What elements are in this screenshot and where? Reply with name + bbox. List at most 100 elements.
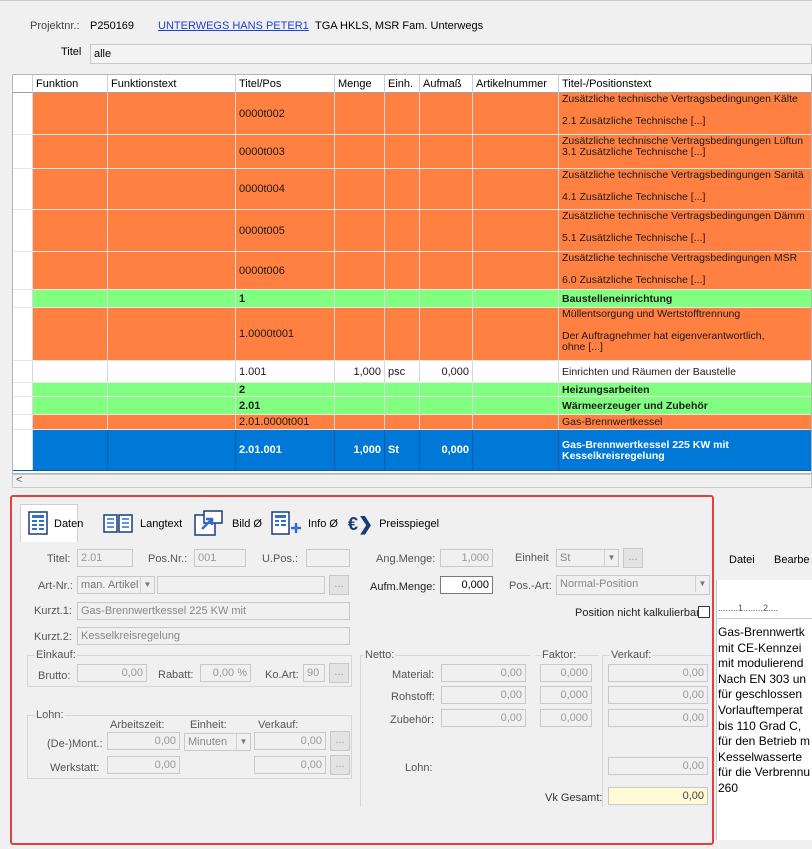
titel-filter-dropdown[interactable]: alle (90, 44, 812, 64)
table-cell[interactable] (385, 383, 420, 396)
tab-preisspiegel[interactable]: €❯ Preisspiegel (348, 508, 439, 540)
table-cell[interactable]: 1.001 (236, 361, 335, 382)
table-cell[interactable] (473, 252, 559, 289)
kurzt1-field[interactable]: Gas-Brennwertkessel 225 KW mit (77, 602, 350, 620)
row-selector[interactable] (13, 93, 33, 134)
kurzt2-field[interactable]: Kesselkreisregelung (77, 627, 350, 645)
tab-info[interactable]: Info Ø (270, 508, 338, 540)
table-cell[interactable] (108, 415, 236, 429)
werkstatt-arbeitszeit-field[interactable]: 0,00 (107, 756, 180, 774)
nicht-kalkulierbar-checkbox[interactable] (698, 606, 710, 618)
table-row[interactable]: 0000t002 Zusätzliche technische Vertragsb… (13, 93, 811, 135)
table-row[interactable]: 1 Baustelleneinrichtung (13, 290, 811, 308)
table-cell[interactable] (33, 430, 108, 470)
table-cell[interactable] (108, 383, 236, 396)
table-cell[interactable] (385, 93, 420, 134)
table-cell[interactable] (420, 169, 473, 209)
col-header-titel-pos[interactable]: Titel/Pos (236, 75, 335, 93)
lohn-verkauf-field[interactable]: 0,00 (608, 757, 708, 775)
row-selector[interactable] (13, 430, 33, 470)
table-cell[interactable] (335, 308, 385, 360)
table-cell[interactable] (473, 415, 559, 429)
artnr-field[interactable] (157, 576, 325, 594)
table-row[interactable]: 0000t003 Zusätzliche technische Vertragsb… (13, 135, 811, 169)
table-cell[interactable] (385, 169, 420, 209)
material-netto-field[interactable]: 0,00 (441, 664, 526, 682)
table-cell[interactable] (108, 252, 236, 289)
table-cell[interactable] (108, 210, 236, 251)
table-cell[interactable]: Zusätzliche technische Vertragsbedingung… (559, 252, 811, 289)
table-cell[interactable] (335, 290, 385, 307)
table-cell[interactable] (420, 93, 473, 134)
scroll-left-arrow-icon[interactable]: < (16, 474, 22, 486)
table-cell[interactable] (33, 93, 108, 134)
col-header-positionstext[interactable]: Titel-/Positionstext (559, 75, 811, 93)
table-row[interactable]: 2.01.001 1,000 St 0,000 Gas-Brennwertkessel … (13, 430, 811, 471)
row-selector[interactable] (13, 415, 33, 429)
row-selector[interactable] (13, 383, 33, 396)
table-cell[interactable] (335, 397, 385, 414)
table-cell[interactable]: Müllentsorgung und Wertstofftrennung Der… (559, 308, 811, 360)
table-cell[interactable] (108, 430, 236, 470)
table-cell[interactable] (33, 210, 108, 251)
table-row[interactable]: 0000t006 Zusätzliche technische Vertragsb… (13, 252, 811, 290)
table-cell[interactable]: St (385, 430, 420, 470)
projekt-link[interactable]: UNTERWEGS HANS PETER1 (158, 20, 309, 32)
artnr-type-dropdown[interactable]: man. Artikel ▼ (77, 576, 155, 594)
table-cell[interactable] (108, 308, 236, 360)
table-cell[interactable] (420, 252, 473, 289)
table-cell[interactable] (385, 308, 420, 360)
table-cell[interactable] (335, 93, 385, 134)
artnr-browse-button[interactable]: ... (329, 575, 349, 595)
koart-browse-button[interactable]: ... (329, 663, 349, 683)
demont-arbeitszeit-field[interactable]: 0,00 (107, 732, 180, 750)
upos-field[interactable] (306, 549, 350, 567)
werkstatt-verkauf-field[interactable]: 0,00 (254, 756, 326, 774)
titel-field[interactable]: 2.01 (77, 549, 133, 567)
table-cell[interactable]: 0000t002 (236, 93, 335, 134)
zubehoer-verkauf-field[interactable]: 0,00 (608, 709, 708, 727)
table-cell[interactable] (33, 290, 108, 307)
table-cell[interactable]: Baustelleneinrichtung (559, 290, 811, 307)
col-header-menge[interactable]: Menge (335, 75, 385, 93)
werkstatt-browse-button[interactable]: ... (330, 755, 350, 775)
row-selector[interactable] (13, 361, 33, 382)
table-cell[interactable] (108, 93, 236, 134)
table-cell[interactable] (473, 93, 559, 134)
table-row[interactable]: 2.01 Wärmeerzeuger und Zubehör (13, 397, 811, 415)
table-cell[interactable] (385, 135, 420, 168)
tab-langtext[interactable]: Langtext (102, 508, 182, 540)
table-cell[interactable] (335, 415, 385, 429)
table-cell[interactable] (108, 135, 236, 168)
table-cell[interactable]: 0000t003 (236, 135, 335, 168)
table-cell[interactable] (335, 210, 385, 251)
table-cell[interactable]: Zusätzliche technische Vertragsbedingung… (559, 169, 811, 209)
table-cell[interactable] (420, 397, 473, 414)
tab-daten[interactable]: Daten (28, 508, 83, 540)
posart-dropdown[interactable]: Normal-Position ▼ (556, 575, 710, 595)
table-cell[interactable] (385, 415, 420, 429)
table-row[interactable]: 0000t004 Zusätzliche technische Vertragsb… (13, 169, 811, 210)
table-cell[interactable]: 1,000 (335, 361, 385, 382)
table-cell[interactable] (108, 169, 236, 209)
rohstoff-netto-field[interactable]: 0,00 (441, 686, 526, 704)
table-cell[interactable] (420, 210, 473, 251)
table-cell[interactable] (108, 397, 236, 414)
table-cell[interactable] (473, 210, 559, 251)
material-verkauf-field[interactable]: 0,00 (608, 664, 708, 682)
table-cell[interactable] (473, 169, 559, 209)
table-cell[interactable] (385, 290, 420, 307)
table-row[interactable]: 2.01.0000t001 Gas-Brennwertkessel (13, 415, 811, 430)
table-cell[interactable] (385, 210, 420, 251)
demont-einheit-dropdown[interactable]: Minuten ▼ (184, 733, 251, 751)
col-header-artikelnummer[interactable]: Artikelnummer (473, 75, 559, 93)
table-cell[interactable]: 1.0000t001 (236, 308, 335, 360)
table-cell[interactable]: Heizungsarbeiten (559, 383, 811, 396)
table-cell[interactable] (33, 397, 108, 414)
zubehoer-faktor-field[interactable]: 0,000 (540, 709, 592, 727)
grid-horizontal-scrollbar[interactable]: < (12, 474, 812, 488)
table-cell[interactable]: Gas-Brennwertkessel 225 KW mit Kesselkre… (559, 430, 811, 470)
table-cell[interactable] (420, 135, 473, 168)
koart-field[interactable]: 90 (303, 664, 325, 682)
table-cell[interactable]: 1,000 (335, 430, 385, 470)
